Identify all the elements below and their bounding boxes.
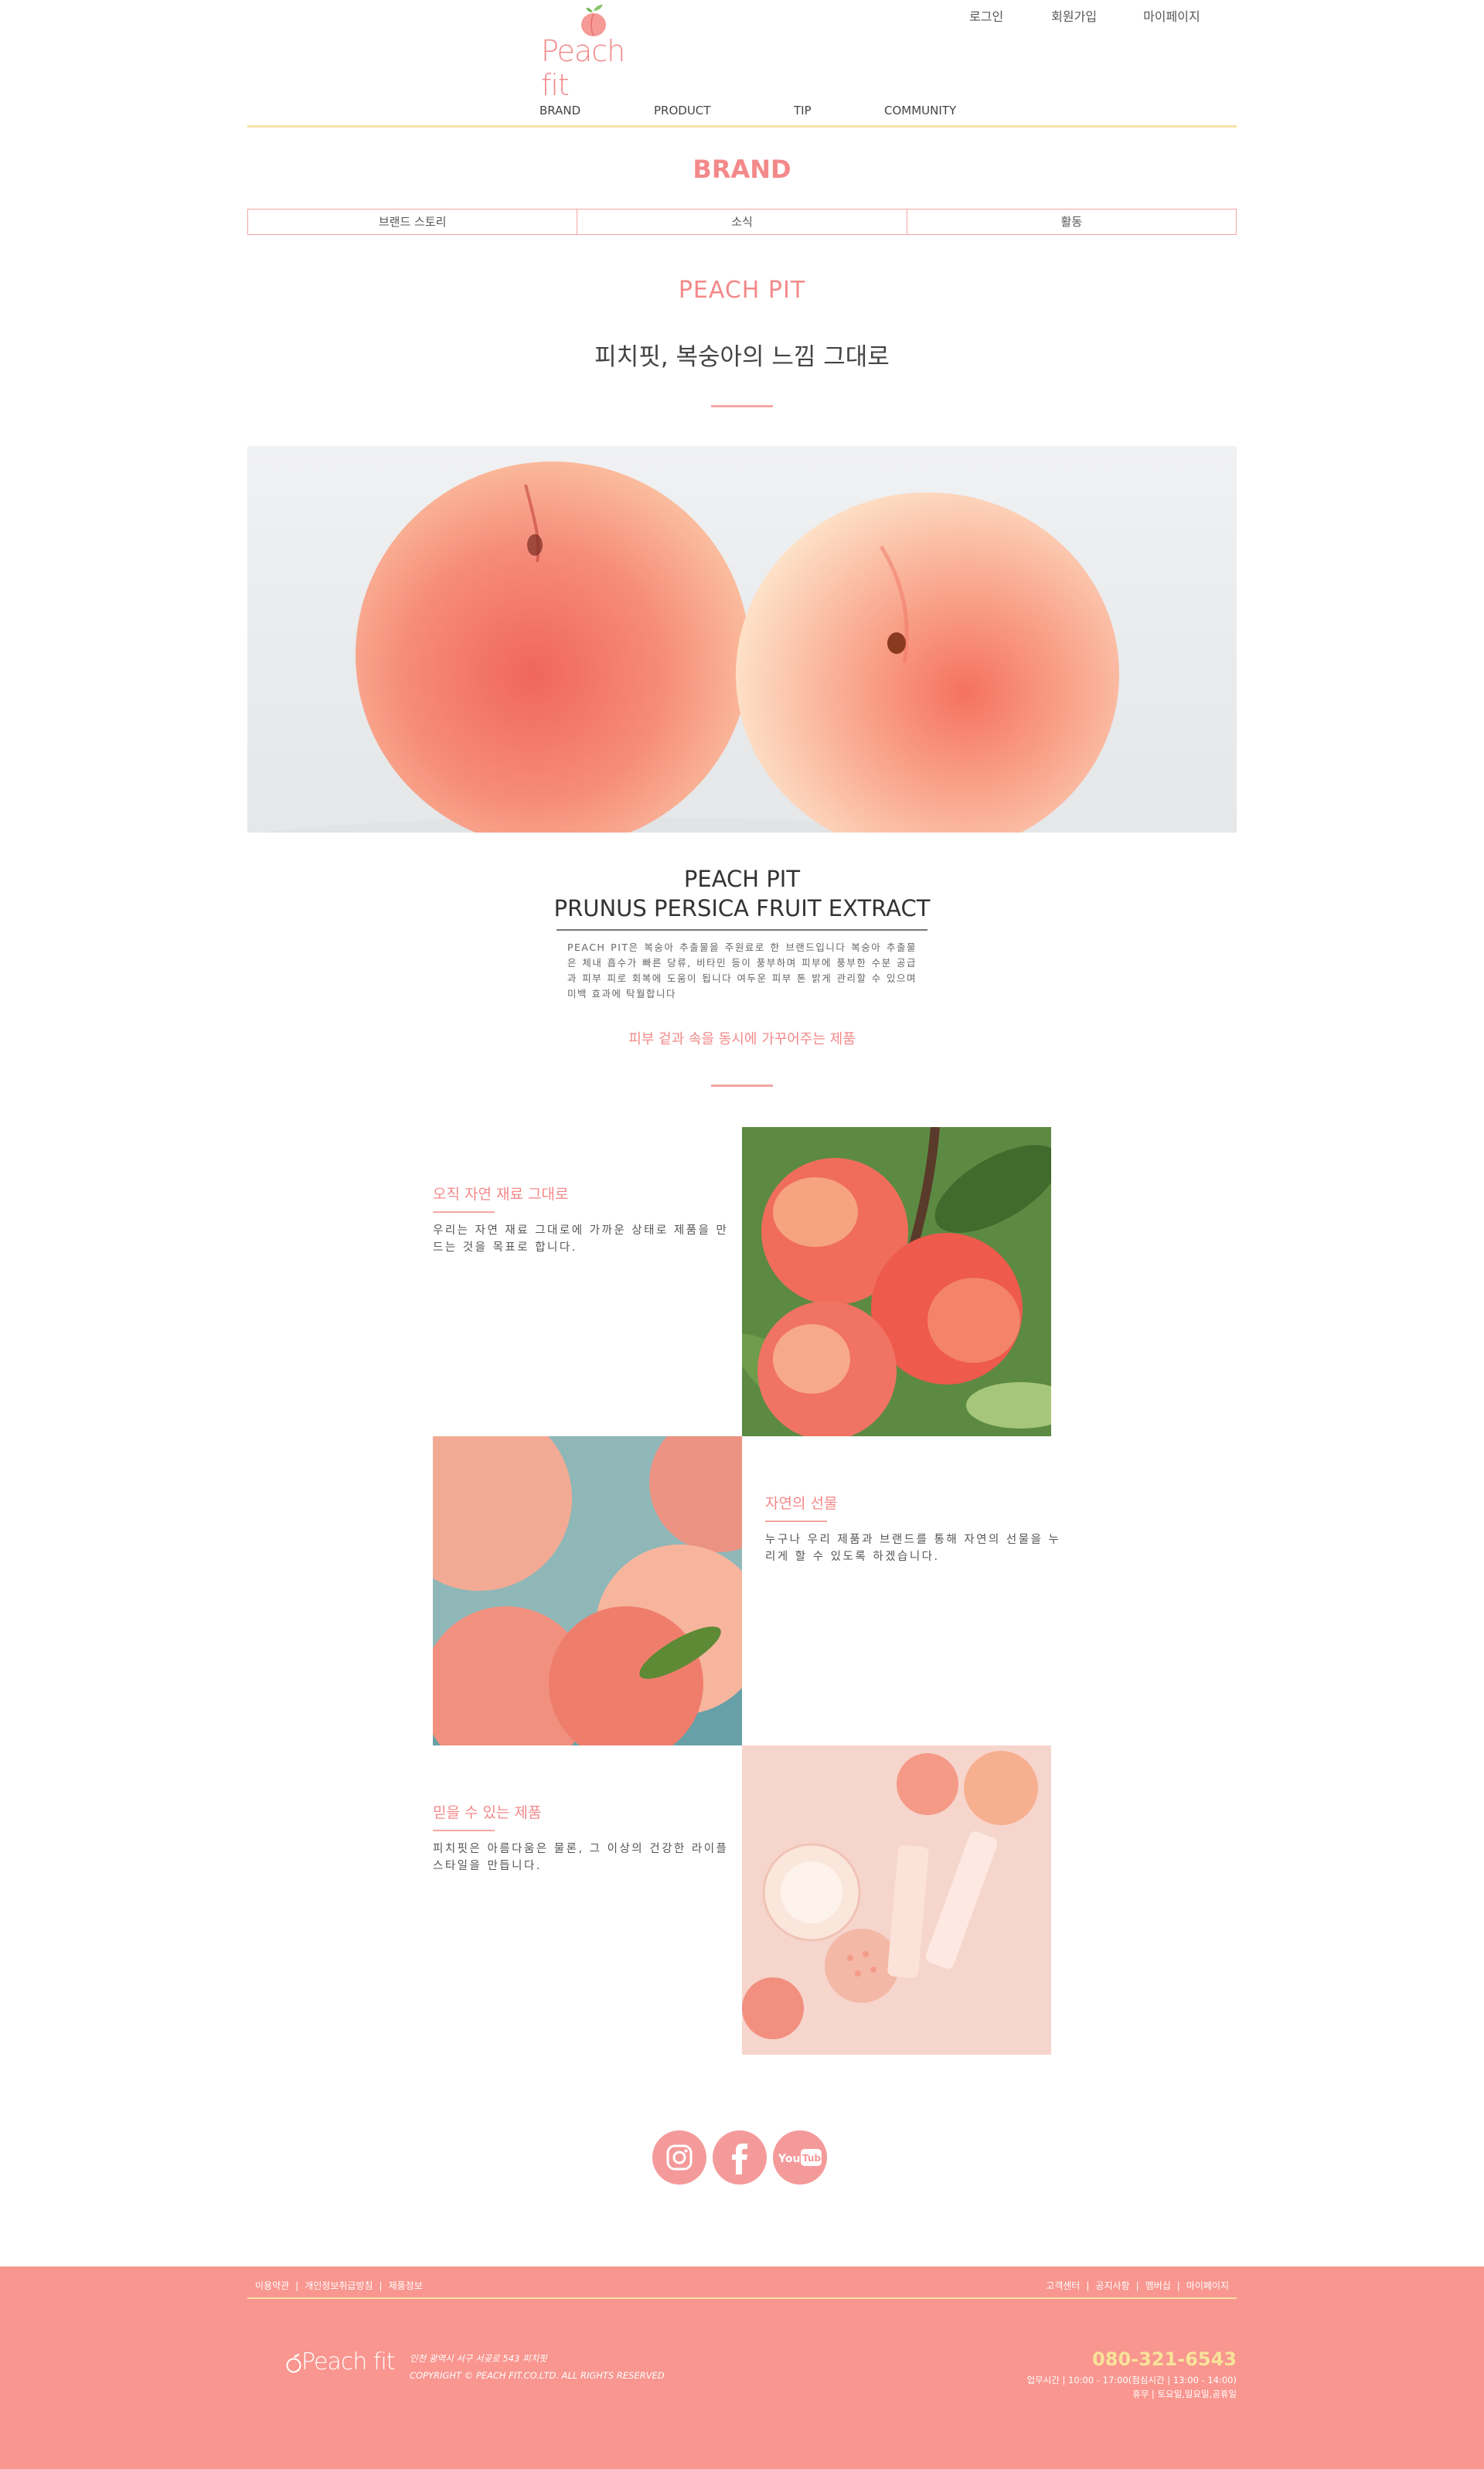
footer-logo-text: Peach fit [301,2348,396,2375]
footer-hours-line1: 업무시간 | 10:00 - 17:00(점심시간 | 13:00 - 14:0… [1026,2375,1237,2386]
svg-text:You: You [778,2153,800,2165]
extract-title-line2: PRUNUS PERSICA FRUIT EXTRACT [553,895,931,921]
feature-2: 자연의 선물 누구나 우리 제품과 브랜드를 통해 자연의 선물을 누리게 할 … [765,1492,1065,1565]
nav-community[interactable]: COMMUNITY [884,104,956,117]
footer-mypage-link[interactable]: 마이페이지 [1186,2280,1229,2291]
nav-product[interactable]: PRODUCT [654,104,710,117]
feature-1-desc: 우리는 자연 재료 그대로에 가까운 상태로 제품을 만드는 것을 목표로 합니… [433,1224,729,1254]
footer-links-right: 고객센터 | 공지사항 | 멤버십 | 마이페이지 [1046,2280,1229,2291]
notice-link[interactable]: 공지사항 [1095,2280,1129,2291]
brand-logo-text: Peach fit [541,34,625,102]
privacy-link[interactable]: 개인정보취급방침 [305,2280,373,2291]
youtube-icon: You Tube [778,2149,822,2166]
feature-2-desc: 누구나 우리 제품과 브랜드를 통해 자연의 선물을 누리게 할 수 있도록 하… [765,1534,1061,1563]
footer-address: 인천 광역시 서구 서곶로 543 피치핏 [410,2353,547,2364]
feature-3-image [742,1745,1051,2055]
login-link[interactable]: 로그인 [969,6,1003,25]
intro-subtitle: 피치핏, 복숭아의 느낌 그대로 [594,343,890,371]
extract-description: PEACH PIT은 복숭아 추출물을 주원료로 한 브랜드입니다 복숭아 추출… [567,942,917,1000]
feature-1: 오직 자연 재료 그대로 우리는 자연 재료 그대로에 가까운 상태로 제품을 … [433,1183,733,1256]
mypage-link[interactable]: 마이페이지 [1143,6,1200,25]
customer-center-link[interactable]: 고객센터 [1046,2280,1080,2291]
footer-hours: 업무시간 | 10:00 - 17:00(점심시간 | 13:00 - 14:0… [1027,2373,1237,2401]
footer-address-block: 인천 광역시 서구 서곶로 543 피치핏 COPYRIGHT © PEACH … [410,2350,665,2384]
tab-news[interactable]: 소식 [577,209,907,234]
sns-links: You Tube [652,2130,827,2185]
intro-divider [711,405,773,407]
nav-tip[interactable]: TIP [794,104,812,117]
extract-highlight: 피부 겉과 속을 동시에 가꾸어주는 제품 [628,1031,856,1047]
feature-1-underline [433,1211,495,1213]
brand-logo[interactable]: Peach fit [539,0,657,102]
footer-hours-line2: 휴무 | 토요일,일요일,공휴일 [1132,2389,1237,2399]
footer-phone: 080-321-6543 [1092,2348,1237,2370]
terms-link[interactable]: 이용약관 [255,2280,289,2291]
feature-3: 믿을 수 있는 제품 피치핏은 아름다움은 물론, 그 이상의 건강한 라이플 … [433,1801,733,1875]
facebook-button[interactable] [713,2130,767,2185]
utility-nav: 로그인 회원가입 마이페이지 [969,6,1200,25]
svg-text:Tube: Tube [802,2153,822,2164]
peach-tree-illustration [742,1127,1051,1436]
footer-peach-icon [286,2353,301,2372]
feature-1-title: 오직 자연 재료 그대로 [433,1186,569,1203]
signup-link[interactable]: 회원가입 [1051,6,1097,25]
peach-basket-illustration [433,1436,742,1745]
nav-divider [247,125,1237,128]
youtube-button[interactable]: You Tube [773,2130,827,2185]
footer-divider [247,2297,1237,2299]
extract-heading: PEACH PIT PRUNUS PERSICA FRUIT EXTRACT [0,864,1484,923]
product-info-link[interactable]: 제품정보 [389,2280,423,2291]
feature-2-title: 자연의 선물 [765,1495,838,1512]
feature-2-underline [765,1521,827,1522]
footer-copyright: COPYRIGHT © PEACH FIT.CO.LTD. ALL RIGHTS… [410,2370,665,2381]
membership-link[interactable]: 멤버십 [1145,2280,1171,2291]
peaches-illustration [262,461,1119,833]
sub-tabs: 브랜드 스토리 소식 활동 [247,209,1237,235]
page-title: BRAND [693,155,791,184]
intro-title: PEACH PIT [678,277,806,304]
feature-3-title: 믿을 수 있는 제품 [433,1804,542,1821]
instagram-icon [666,2144,693,2171]
tab-activity[interactable]: 활동 [907,209,1236,234]
instagram-button[interactable] [652,2130,706,2185]
feature-3-desc: 피치핏은 아름다움은 물론, 그 이상의 건강한 라이플 스타일을 만듭니다. [433,1843,729,1872]
feature-2-image [433,1436,742,1745]
feature-1-image [742,1127,1051,1436]
footer: 이용약관 | 개인정보취급방침 | 제품정보 고객센터 | 공지사항 | 멤버십 | 마이페이지 P… [0,2266,1484,2469]
feature-3-underline [433,1830,495,1831]
extract-divider [556,929,928,931]
tab-brand-story[interactable]: 브랜드 스토리 [248,209,578,234]
extract-title-line1: PEACH PIT [683,866,801,892]
hero-peach-image [247,446,1237,833]
footer-logo: Peach fit [286,2348,396,2375]
facebook-icon [732,2144,747,2174]
extract-section-divider [711,1085,773,1087]
peach-logo-icon [581,5,606,36]
footer-links-left: 이용약관 | 개인정보취급방침 | 제품정보 [255,2280,423,2291]
cosmetics-illustration [742,1745,1051,2055]
main-nav: BRAND PRODUCT TIP COMMUNITY [0,104,1484,127]
nav-brand[interactable]: BRAND [539,104,580,117]
